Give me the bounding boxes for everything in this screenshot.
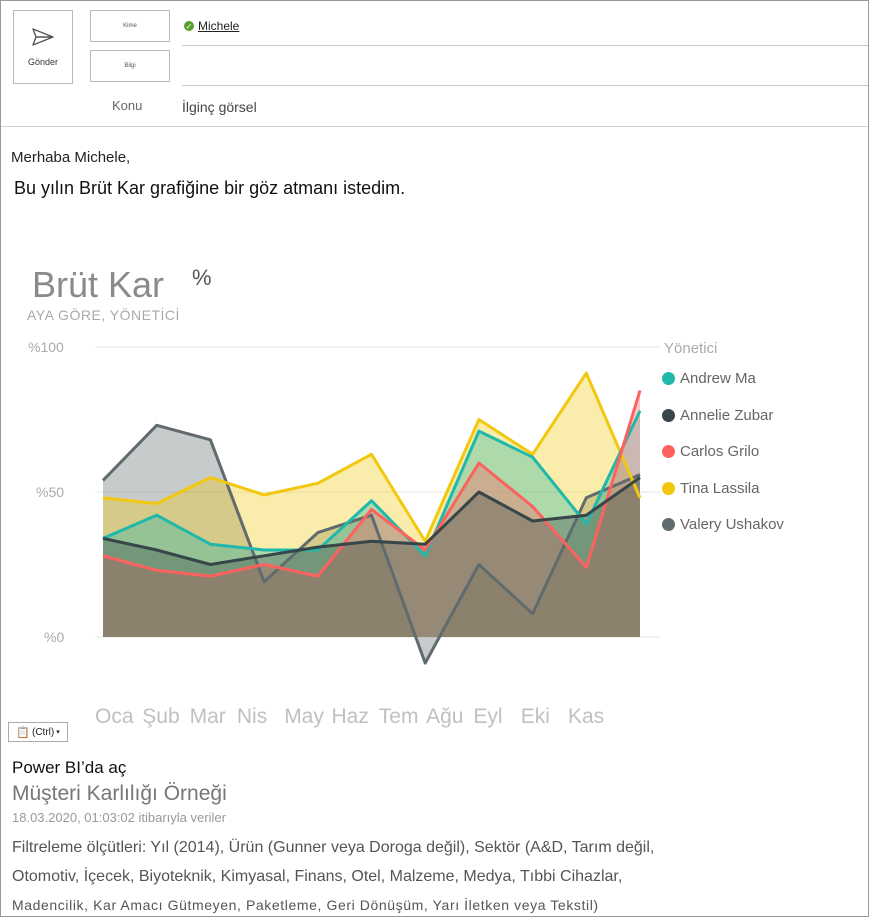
filters-line: Otomotiv, İçecek, Biyoteknik, Kimyasal, …: [12, 868, 623, 885]
recipient-name: Michele: [198, 19, 240, 33]
subject-input[interactable]: İlginç görsel: [182, 99, 257, 115]
x-tick-label: Kas: [568, 705, 604, 728]
x-tick-label: Nis: [237, 705, 267, 728]
chart-title: Brüt Kar: [32, 264, 165, 305]
paste-options-button[interactable]: 📋 (Ctrl) ▾: [8, 722, 68, 742]
legend-label: Carlos Grilo: [680, 443, 760, 460]
email-greeting: Merhaba Michele,: [11, 149, 131, 166]
legend-item[interactable]: Valery Ushakov: [662, 516, 784, 533]
filters-line: Filtreleme ölçütleri: Yıl (2014), Ürün (…: [12, 839, 655, 856]
legend-title: Yönetici: [664, 340, 718, 357]
legend-label: Valery Ushakov: [680, 516, 784, 533]
chart-title-suffix: %: [192, 265, 212, 290]
report-name: Müşteri Karlılığı Örneği: [12, 782, 227, 805]
to-field-divider: [182, 45, 868, 46]
legend-item[interactable]: Carlos Grilo: [662, 443, 759, 460]
email-message: Bu yılın Brüt Kar grafiğine bir göz atma…: [14, 178, 406, 198]
legend-item[interactable]: Andrew Ma: [662, 370, 756, 387]
y-tick-label: %50: [36, 484, 64, 500]
y-tick-label: %100: [28, 339, 64, 355]
legend-label: Annelie Zubar: [680, 406, 774, 424]
x-tick-label: Oca: [95, 705, 134, 728]
legend-label: Tina Lassila: [680, 479, 760, 497]
legend-item[interactable]: Tina Lassila: [662, 480, 759, 497]
send-button[interactable]: Gönder: [13, 10, 73, 84]
chart-subtitle: AYA GÖRE, YÖNETİCİ: [27, 307, 180, 323]
send-label: Gönder: [27, 57, 59, 67]
x-tick-label: May: [284, 705, 324, 728]
legend-swatch: [662, 445, 675, 458]
send-icon: [32, 28, 54, 46]
legend-swatch: [662, 481, 675, 495]
subject-label: Konu: [112, 98, 143, 113]
legend-swatch: [662, 408, 675, 422]
cc-button[interactable]: Bilgi: [90, 50, 170, 82]
paste-options-label: (Ctrl): [31, 726, 55, 738]
filters-text: Filtreleme ölçütleri: Yıl (2014), Ürün (…: [12, 833, 812, 920]
header-divider: [1, 126, 868, 127]
chevron-down-icon: ▾: [56, 729, 60, 736]
x-tick-label: Eyl: [473, 705, 502, 728]
x-tick-label: Mar: [190, 705, 226, 728]
x-tick-label: Şub: [142, 705, 179, 728]
cc-field-divider: [182, 85, 868, 86]
legend-item[interactable]: Annelie Zubar: [662, 407, 773, 424]
recipient-chip[interactable]: ✓ Michele: [184, 19, 239, 33]
legend-swatch: [662, 518, 675, 531]
data-timestamp: 18.03.2020, 01:03:02 itibarıyla veriler: [12, 810, 226, 825]
filters-line: Madencilik, Kar Amacı Gütmeyen, Paketlem…: [12, 897, 599, 913]
clipboard-icon: 📋: [16, 726, 30, 739]
x-tick-label: Tem: [379, 705, 419, 728]
to-button[interactable]: Kime: [90, 10, 170, 42]
legend-label: Andrew Ma: [680, 370, 756, 387]
open-in-power-bi-link[interactable]: Power BI’da aç: [12, 758, 126, 778]
legend-swatch: [662, 372, 675, 385]
x-tick-label: Ağu: [426, 705, 463, 728]
check-icon: ✓: [184, 21, 194, 31]
x-tick-label: Eki: [521, 705, 550, 728]
x-tick-label: Haz: [332, 705, 369, 728]
y-tick-label: %0: [44, 629, 64, 645]
